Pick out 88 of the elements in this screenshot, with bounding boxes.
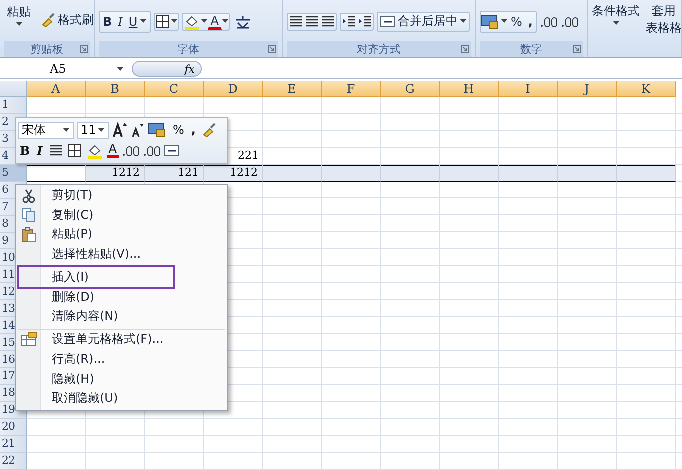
decrease-decimal-icon[interactable]	[560, 14, 579, 28]
row-header[interactable]: 1	[0, 97, 27, 114]
dropdown-caret-icon[interactable]	[612, 21, 620, 26]
font-color-button[interactable]: A	[106, 144, 119, 158]
format-cells-icon	[20, 332, 38, 348]
menu-item[interactable]: 插入(I)	[18, 266, 174, 288]
button-label: 套用	[652, 4, 676, 19]
align-center-icon[interactable]	[304, 14, 320, 30]
indent-icon[interactable]	[341, 14, 357, 30]
scissors-icon	[21, 188, 37, 204]
dropdown-caret-icon[interactable]	[117, 66, 124, 72]
merge-cells-icon[interactable]	[164, 144, 180, 158]
dropdown-caret-icon[interactable]	[222, 19, 229, 24]
field-value: 11	[81, 123, 96, 138]
dialog-launcher-icon[interactable]	[268, 45, 276, 53]
column-header[interactable]: D	[204, 81, 263, 97]
group-label: 字体	[178, 42, 200, 56]
dropdown-caret-icon[interactable]	[63, 128, 70, 133]
dropdown-caret-icon[interactable]	[460, 19, 467, 24]
column-header[interactable]: C	[145, 81, 204, 97]
percent-button[interactable]: %	[171, 121, 186, 140]
row-header[interactable]: 21	[0, 436, 27, 453]
decrease-decimal-icon[interactable]	[143, 144, 161, 158]
dialog-launcher-icon[interactable]	[461, 45, 469, 53]
group-label: 对齐方式	[357, 42, 401, 56]
column-header[interactable]: G	[381, 81, 440, 97]
row-header[interactable]: 20	[0, 418, 27, 436]
button-label: 表格格	[646, 21, 682, 36]
shrink-font-icon[interactable]	[131, 122, 145, 138]
indent-icon[interactable]	[357, 14, 373, 30]
format-painter-icon[interactable]	[200, 122, 217, 138]
font-name-field[interactable]: 宋体	[18, 122, 74, 139]
dropdown-caret-icon[interactable]	[16, 22, 22, 27]
dropdown-caret-icon[interactable]	[501, 19, 508, 24]
conditional-format-button[interactable]: 条件格式	[589, 3, 643, 27]
fill-color-icon[interactable]	[86, 142, 104, 159]
dialog-launcher-icon[interactable]	[80, 45, 88, 53]
column-header[interactable]: A	[27, 81, 86, 97]
dropdown-caret-icon[interactable]	[140, 19, 147, 24]
dropdown-caret-icon[interactable]	[200, 19, 208, 24]
increase-decimal-icon[interactable]	[540, 14, 558, 28]
fill-color-icon[interactable]	[182, 14, 201, 30]
column-header[interactable]: I	[499, 81, 558, 97]
selected-cell: 1212	[204, 164, 263, 182]
italic-button[interactable]: I	[35, 142, 45, 160]
selected-cell: 1212	[86, 164, 145, 182]
merge-cells-icon[interactable]	[380, 14, 396, 28]
table-cell-text: 221	[237, 148, 260, 164]
align-right-icon[interactable]	[320, 14, 336, 30]
column-header[interactable]: B	[86, 81, 145, 97]
bold-button[interactable]: B	[100, 12, 116, 32]
name-box[interactable]: A5	[0, 61, 132, 77]
selected-cell: 121	[145, 164, 204, 182]
number-format-icon[interactable]	[481, 14, 501, 30]
increase-decimal-icon[interactable]	[122, 144, 140, 158]
copy-icon	[21, 207, 37, 224]
format-painter-button[interactable]: 格式刷	[37, 10, 97, 30]
grow-font-icon[interactable]	[112, 122, 128, 138]
merge-center-button[interactable]: 合并后居中	[377, 12, 470, 32]
dropdown-caret-icon[interactable]	[170, 19, 178, 24]
column-header[interactable]: H	[440, 81, 499, 97]
borders-icon[interactable]	[154, 14, 171, 30]
font-size-field[interactable]: 11	[77, 122, 109, 139]
borders-icon[interactable]	[66, 142, 83, 159]
clipboard-icon	[21, 226, 37, 243]
column-header[interactable]: K	[617, 81, 676, 97]
column-header[interactable]: E	[263, 81, 322, 97]
comma-button[interactable]: ,	[525, 12, 536, 32]
format-painter-icon[interactable]	[40, 12, 56, 28]
paste-button[interactable]: 粘贴	[4, 4, 34, 28]
dropdown-caret-icon[interactable]	[98, 128, 105, 133]
insert-function-button[interactable]: fx	[132, 61, 202, 77]
number-format-icon[interactable]	[148, 122, 168, 138]
cell-reference: A5	[50, 62, 66, 76]
menu-item[interactable]: 设置单元格格式(F)...	[18, 328, 225, 350]
dialog-launcher-icon[interactable]	[573, 45, 581, 53]
row-header[interactable]: 5	[0, 164, 27, 182]
format-as-table-button[interactable]: 套用 表格格	[643, 3, 682, 37]
percent-button[interactable]: %	[508, 12, 526, 32]
comma-button[interactable]: ,	[189, 121, 198, 140]
row-header[interactable]: 22	[0, 452, 27, 470]
group-label: 剪贴板	[30, 42, 64, 56]
underline-button[interactable]: U	[126, 12, 150, 32]
align-left-icon[interactable]	[288, 14, 304, 30]
column-header[interactable]: F	[322, 81, 381, 97]
column-header[interactable]: J	[558, 81, 617, 97]
group-label: 数字	[520, 42, 542, 56]
italic-button[interactable]: I	[115, 12, 126, 32]
